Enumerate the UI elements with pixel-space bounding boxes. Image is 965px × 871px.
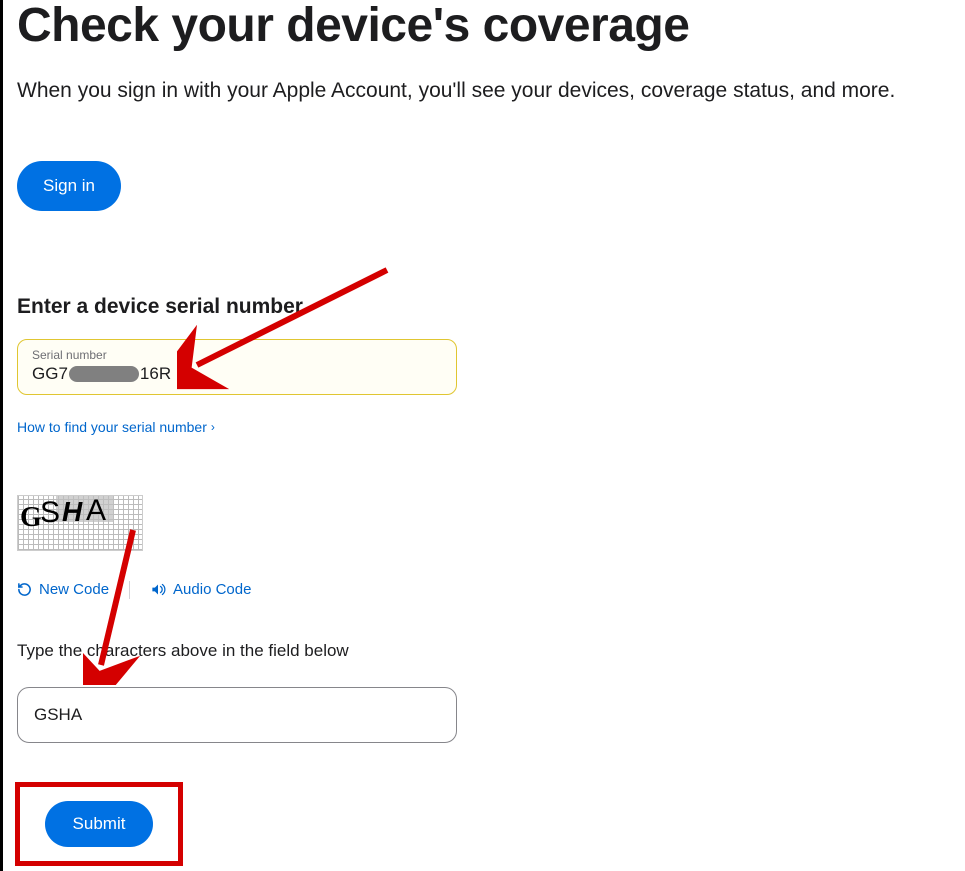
serial-prefix: GG7	[32, 364, 68, 384]
captcha-char: A	[86, 495, 106, 528]
serial-heading: Enter a device serial number	[17, 295, 965, 319]
captcha-char: G	[20, 502, 42, 534]
serial-floating-label: Serial number	[32, 348, 442, 362]
audio-code-label: Audio Code	[173, 581, 251, 598]
serial-value: GG7 16R	[32, 364, 442, 384]
audio-icon	[150, 582, 166, 597]
captcha-image: G S H A	[17, 495, 143, 551]
redacted-portion	[69, 366, 139, 382]
new-code-label: New Code	[39, 581, 109, 598]
refresh-icon	[17, 582, 32, 597]
submit-button[interactable]: Submit	[45, 801, 154, 847]
page-title: Check your device's coverage	[17, 0, 965, 53]
find-serial-text: How to find your serial number	[17, 419, 207, 435]
chevron-right-icon: ›	[211, 420, 215, 434]
audio-code-button[interactable]: Audio Code	[150, 581, 251, 598]
sign-in-button[interactable]: Sign in	[17, 161, 121, 211]
serial-input-field[interactable]: Serial number GG7 16R	[17, 339, 457, 395]
captcha-input[interactable]	[17, 687, 457, 743]
page-subtitle: When you sign in with your Apple Account…	[17, 79, 965, 103]
captcha-char: H	[62, 496, 82, 528]
find-serial-link[interactable]: How to find your serial number ›	[17, 419, 215, 435]
divider	[129, 581, 130, 599]
serial-suffix: 16R	[140, 364, 171, 384]
submit-highlight-box: Submit	[15, 782, 183, 866]
captcha-instruction: Type the characters above in the field b…	[17, 641, 965, 661]
new-code-button[interactable]: New Code	[17, 581, 109, 598]
captcha-char: S	[40, 496, 60, 530]
